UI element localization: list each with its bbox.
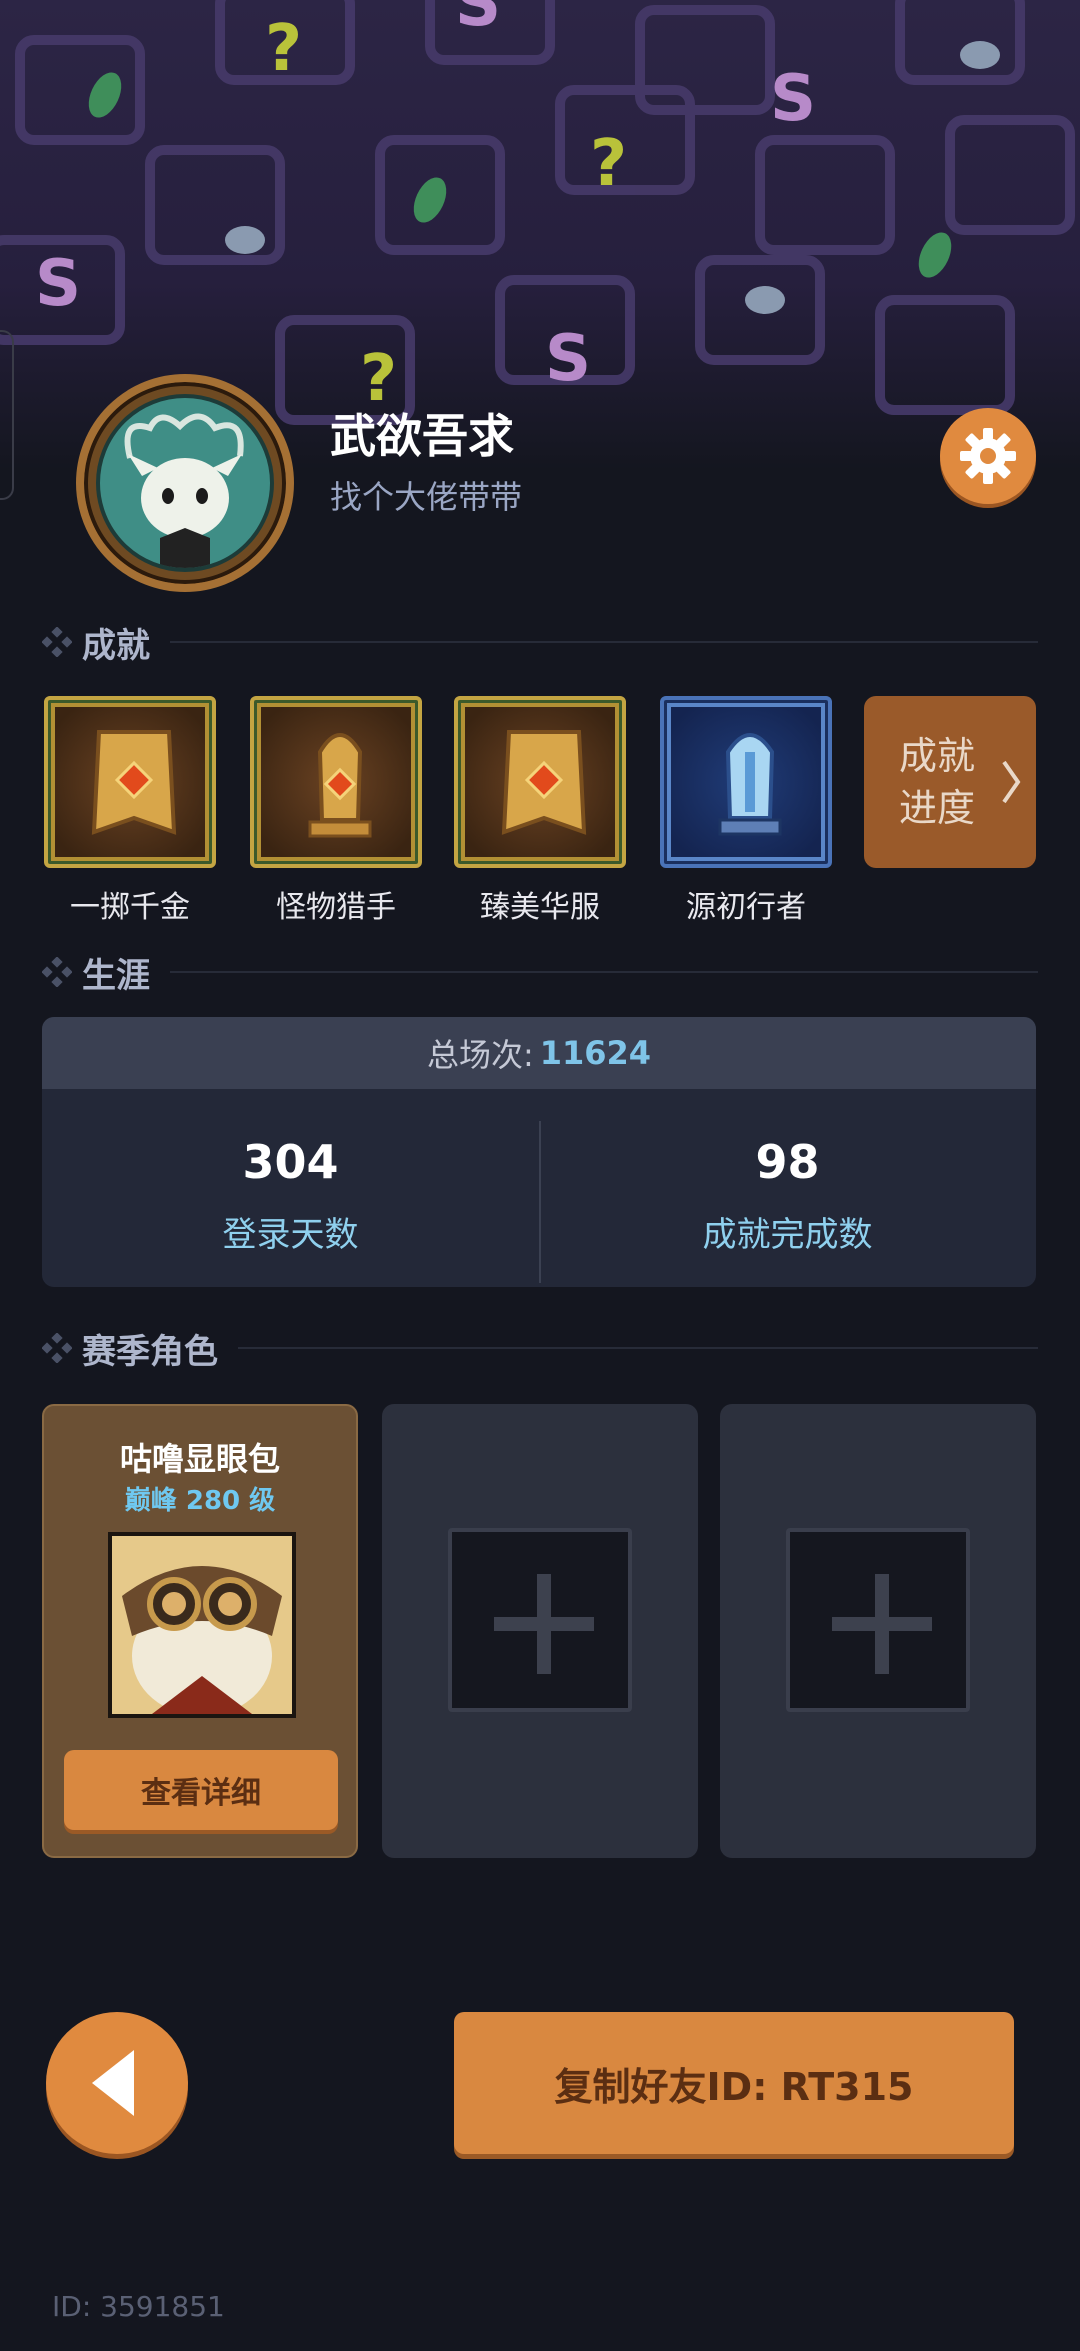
- diamond-icon: [42, 957, 72, 987]
- stat-achievements-completed: 98 成就完成数: [539, 1089, 1036, 1287]
- role-card-empty[interactable]: [720, 1404, 1036, 1858]
- copy-friend-id-button[interactable]: 复制好友ID: RT315: [454, 2012, 1014, 2154]
- section-divider: [170, 971, 1038, 973]
- gold-card-badge-icon: [44, 696, 216, 868]
- achievement-label: 怪物猎手: [276, 890, 396, 925]
- section-header-achievements: 成就: [42, 620, 1038, 666]
- player-id: ID: 3591851: [52, 2290, 225, 2323]
- avatar-image: [96, 394, 274, 572]
- avatar[interactable]: [76, 374, 294, 592]
- signature: 找个大佬带带: [330, 478, 523, 516]
- svg-text:S: S: [35, 247, 81, 321]
- svg-text:S: S: [455, 0, 501, 41]
- blue-crystal-badge-icon: [660, 696, 832, 868]
- achievement-item[interactable]: 臻美华服: [454, 696, 626, 926]
- section-title: 生涯: [82, 955, 150, 996]
- total-matches-value: 11624: [539, 1034, 652, 1072]
- section-title: 赛季角色: [82, 1331, 218, 1372]
- side-drawer-handle[interactable]: [0, 330, 14, 500]
- role-name: 咕噜显眼包: [119, 1440, 280, 1478]
- gold-card-badge-icon: [454, 696, 626, 868]
- stat-label: 登录天数: [222, 1215, 359, 1255]
- back-button[interactable]: [46, 2012, 188, 2154]
- view-details-button[interactable]: 查看详细: [64, 1750, 338, 1830]
- gear-icon: [960, 428, 1016, 484]
- section-divider: [238, 1347, 1038, 1349]
- plus-icon: [494, 1574, 594, 1674]
- add-role-slot[interactable]: [448, 1528, 632, 1712]
- settings-button[interactable]: [940, 408, 1036, 504]
- stat-value: 98: [755, 1135, 820, 1189]
- add-role-slot[interactable]: [786, 1528, 970, 1712]
- career-panel: 总场次: 11624 304 登录天数 98 成就完成数: [42, 1017, 1036, 1287]
- gold-sword-badge-icon: [250, 696, 422, 868]
- diamond-icon: [42, 1333, 72, 1363]
- section-header-career: 生涯: [42, 950, 1038, 996]
- username: 武欲吾求: [330, 409, 514, 463]
- svg-text:S: S: [545, 322, 591, 396]
- achievement-label: 臻美华服: [480, 890, 600, 925]
- achievement-item[interactable]: 一掷千金: [44, 696, 216, 926]
- svg-text:?: ?: [590, 127, 627, 201]
- plus-icon: [832, 1574, 932, 1674]
- role-card[interactable]: 咕噜显眼包 巅峰 280 级 查看详细: [42, 1404, 358, 1858]
- achievement-item[interactable]: 源初行者: [660, 696, 832, 926]
- total-matches-label: 总场次:: [426, 1036, 534, 1074]
- achievement-label: 一掷千金: [70, 890, 190, 925]
- stat-label: 成就完成数: [702, 1215, 873, 1255]
- role-card-empty[interactable]: [382, 1404, 698, 1858]
- chevron-right-icon: [1002, 760, 1021, 804]
- back-arrow-icon: [92, 2050, 134, 2116]
- svg-text:?: ?: [265, 12, 302, 86]
- stat-value: 304: [242, 1135, 339, 1189]
- section-title: 成就: [82, 625, 150, 666]
- section-header-season-roles: 赛季角色: [42, 1326, 1038, 1372]
- total-matches: 总场次: 11624: [42, 1017, 1036, 1089]
- role-portrait: [108, 1532, 296, 1718]
- achievement-progress-button[interactable]: 成就 进度: [864, 696, 1036, 868]
- stat-login-days: 304 登录天数: [42, 1089, 539, 1287]
- achievement-item[interactable]: 怪物猎手: [250, 696, 422, 926]
- svg-text:S: S: [770, 62, 816, 136]
- section-divider: [170, 641, 1038, 643]
- progress-label-line2: 进度: [898, 786, 975, 830]
- role-level: 巅峰 280 级: [124, 1486, 276, 1516]
- achievement-label: 源初行者: [686, 890, 806, 925]
- progress-label-line1: 成就: [898, 734, 975, 778]
- diamond-icon: [42, 627, 72, 657]
